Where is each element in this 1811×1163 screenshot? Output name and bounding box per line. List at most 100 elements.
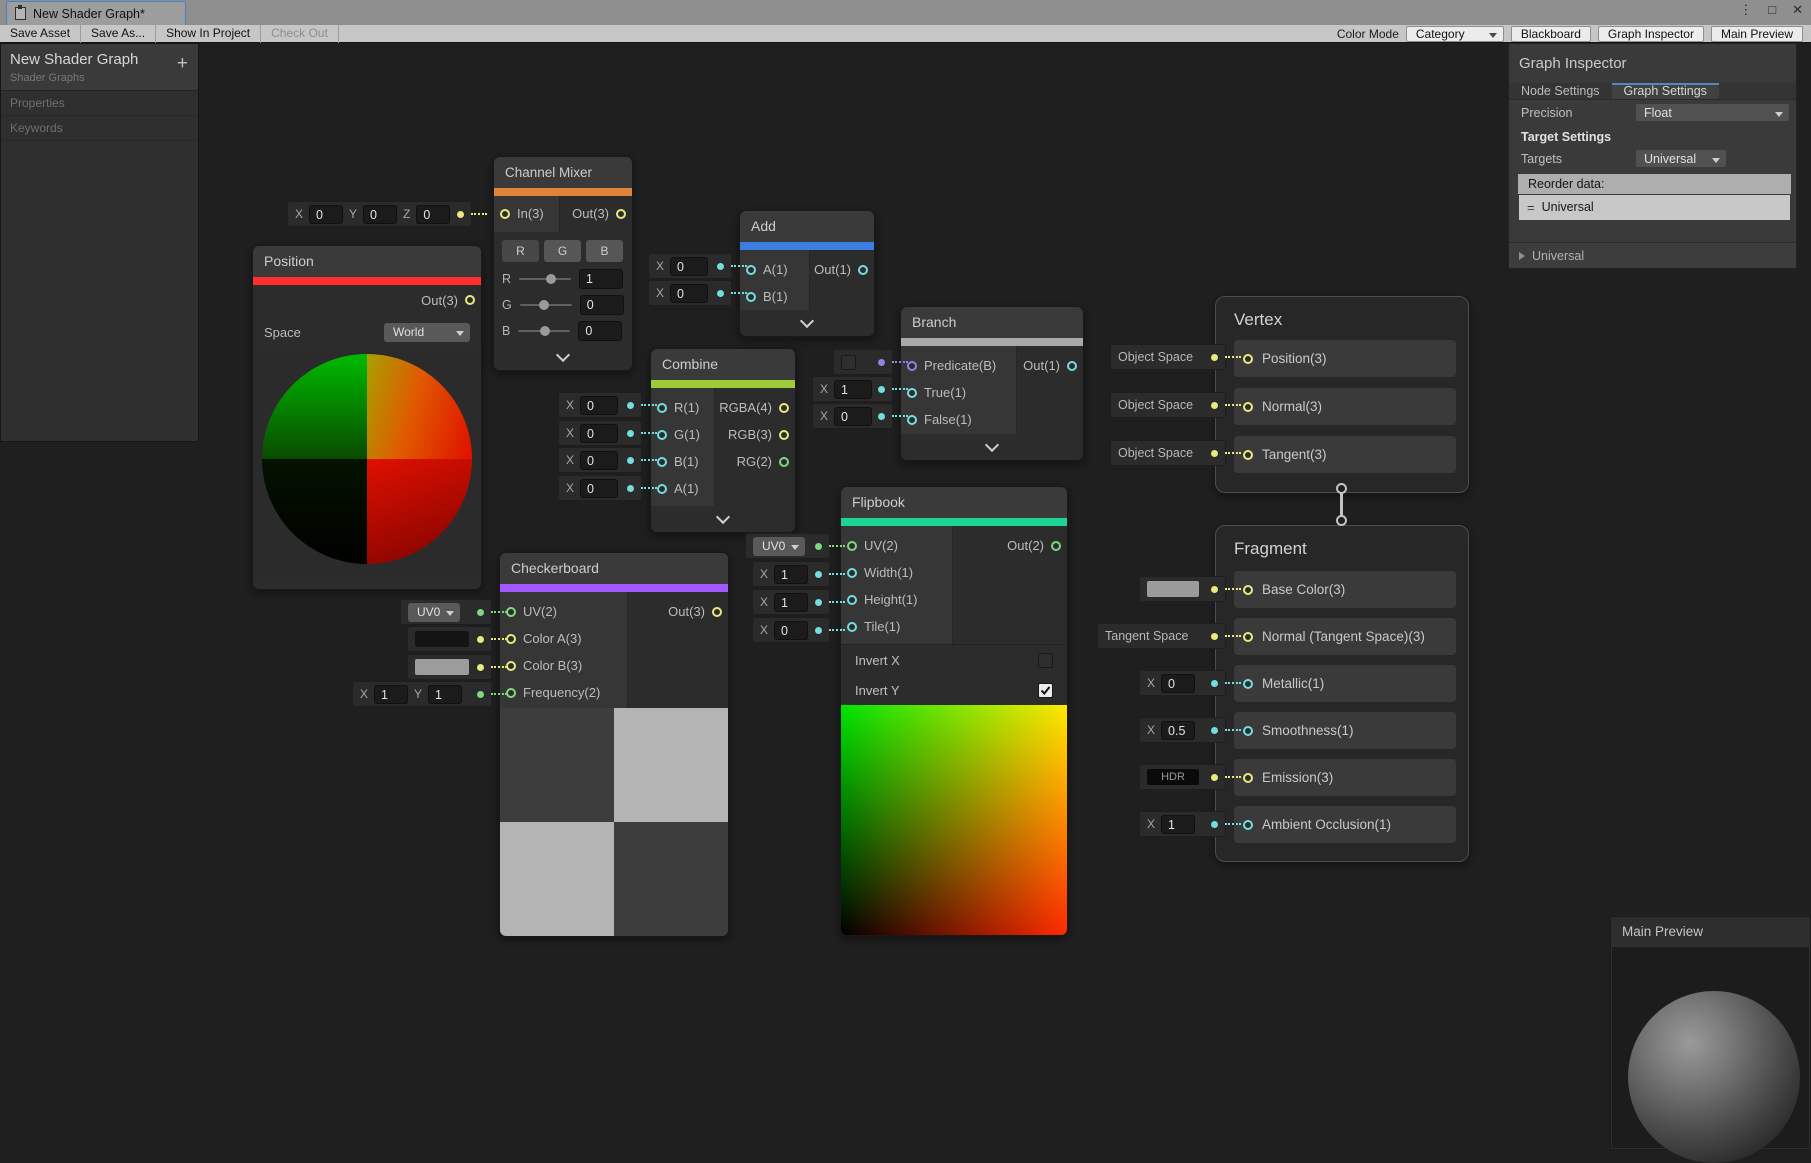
channel-b-button[interactable]: B: [586, 240, 623, 262]
fragment-metallic-port[interactable]: [1243, 679, 1253, 689]
fragment-emission-port[interactable]: [1243, 773, 1253, 783]
blackboard-section-keywords[interactable]: Keywords: [1, 116, 198, 141]
tab-node-settings[interactable]: Node Settings: [1509, 83, 1612, 99]
node-fragment[interactable]: Fragment Base Color(3) Normal (Tangent S…: [1215, 525, 1469, 862]
node-add[interactable]: Add A(1) B(1) Out(1): [739, 210, 875, 337]
targets-dropdown[interactable]: Universal: [1635, 149, 1727, 168]
position-out-port[interactable]: [465, 295, 475, 305]
channel-mixer-out-port[interactable]: [616, 209, 626, 219]
combine-rgba-port[interactable]: [779, 403, 789, 413]
value-field[interactable]: 0: [774, 621, 808, 640]
checkerboard-color-b-port[interactable]: [506, 661, 516, 671]
value-field[interactable]: 0: [1161, 674, 1195, 693]
combine-r-port[interactable]: [657, 403, 667, 413]
vertex-tangent-port[interactable]: [1243, 450, 1253, 460]
g-slider[interactable]: [520, 304, 572, 306]
channel-mixer-in-default[interactable]: X0 Y0 Z0: [287, 201, 472, 227]
space-dropdown[interactable]: World: [384, 323, 470, 342]
checkerboard-uv-port[interactable]: [506, 607, 516, 617]
z-field[interactable]: 0: [416, 205, 450, 224]
fragment-normal-port[interactable]: [1243, 632, 1253, 642]
base-color-swatch[interactable]: [1147, 581, 1199, 597]
value-field[interactable]: 0.5: [1161, 721, 1195, 740]
flipbook-uv-default[interactable]: UV0: [745, 533, 830, 559]
flipbook-out-port[interactable]: [1051, 541, 1061, 551]
value-field[interactable]: 0: [580, 424, 618, 443]
node-channel-mixer[interactable]: Channel Mixer In(3) Out(3) R G B R 1 G 0…: [493, 156, 633, 371]
tab-new-shader-graph[interactable]: New Shader Graph*: [6, 1, 186, 25]
collapse-chevron[interactable]: [901, 434, 1083, 460]
combine-g-default[interactable]: X0: [558, 420, 642, 446]
predicate-checkbox[interactable]: [841, 355, 856, 370]
b-slider[interactable]: [518, 330, 570, 332]
value-field[interactable]: 0: [580, 451, 618, 470]
y-field[interactable]: 1: [428, 685, 462, 704]
value-field[interactable]: 1: [834, 380, 872, 399]
value-field[interactable]: 0: [580, 396, 618, 415]
fragment-metallic-default[interactable]: X0: [1139, 670, 1226, 696]
checkerboard-frequency-default[interactable]: X1 Y1: [352, 681, 492, 707]
fragment-ao-default[interactable]: X1: [1139, 811, 1226, 837]
uv-channel-dropdown[interactable]: UV0: [408, 603, 460, 622]
vertex-position-port[interactable]: [1243, 354, 1253, 364]
branch-out-port[interactable]: [1067, 361, 1077, 371]
vertex-position-space[interactable]: Object Space: [1110, 344, 1226, 370]
combine-a-port[interactable]: [657, 484, 667, 494]
save-as-button[interactable]: Save As...: [81, 25, 156, 43]
fragment-normal-space[interactable]: Tangent Space: [1097, 623, 1226, 649]
flipbook-uv-port[interactable]: [847, 541, 857, 551]
main-preview-viewport[interactable]: [1612, 947, 1809, 1148]
blackboard-section-properties[interactable]: Properties: [1, 91, 198, 116]
vertex-normal-space[interactable]: Object Space: [1110, 392, 1226, 418]
x-field[interactable]: 0: [309, 205, 343, 224]
color-mode-dropdown[interactable]: Category: [1406, 26, 1504, 42]
checkerboard-color-a-default[interactable]: [407, 626, 492, 652]
invert-y-checkbox[interactable]: [1038, 683, 1053, 698]
value-field[interactable]: 0: [580, 479, 618, 498]
node-flipbook[interactable]: Flipbook UV(2) Width(1) Height(1) Tile(1…: [840, 486, 1068, 936]
value-field[interactable]: 0: [670, 284, 708, 303]
flipbook-tile-port[interactable]: [847, 622, 857, 632]
node-combine[interactable]: Combine R(1) G(1) B(1) A(1) RGBA(4) RGB(…: [650, 348, 796, 533]
collapse-chevron[interactable]: [740, 310, 874, 336]
flipbook-tile-default[interactable]: X0: [752, 617, 830, 643]
node-branch[interactable]: Branch Predicate(B) True(1) False(1) Out…: [900, 306, 1084, 461]
fragment-ao-port[interactable]: [1243, 820, 1253, 830]
channel-mixer-in-port[interactable]: [500, 209, 510, 219]
color-a-swatch[interactable]: [415, 631, 469, 647]
checkerboard-color-b-default[interactable]: [407, 654, 492, 680]
collapse-chevron[interactable]: [651, 506, 795, 532]
value-field[interactable]: 1: [1161, 815, 1195, 834]
precision-dropdown[interactable]: Float: [1635, 103, 1790, 122]
r-slider[interactable]: [519, 278, 571, 280]
uv-channel-dropdown[interactable]: UV0: [753, 537, 805, 556]
add-a-default[interactable]: X0: [648, 253, 732, 279]
collapse-chevron[interactable]: [494, 344, 632, 370]
add-out-port[interactable]: [858, 265, 868, 275]
add-b-port[interactable]: [746, 292, 756, 302]
combine-rg-port[interactable]: [779, 457, 789, 467]
window-menu-icon[interactable]: ⋮: [1739, 2, 1752, 18]
combine-b-port[interactable]: [657, 457, 667, 467]
combine-rgb-port[interactable]: [779, 430, 789, 440]
b-value-field[interactable]: 0: [578, 321, 622, 341]
fragment-base-color-default[interactable]: [1139, 576, 1226, 602]
universal-foldout[interactable]: Universal: [1509, 242, 1796, 268]
value-field[interactable]: 1: [774, 565, 808, 584]
close-icon[interactable]: ✕: [1792, 2, 1803, 18]
save-asset-button[interactable]: Save Asset: [0, 25, 81, 43]
color-b-swatch[interactable]: [415, 659, 469, 675]
checkerboard-out-port[interactable]: [712, 607, 722, 617]
x-field[interactable]: 1: [374, 685, 408, 704]
add-a-port[interactable]: [746, 265, 756, 275]
branch-true-default[interactable]: X1: [812, 376, 893, 402]
fragment-base-color-port[interactable]: [1243, 585, 1253, 595]
branch-predicate-default[interactable]: [833, 349, 893, 375]
edge-endpoint[interactable]: [1336, 515, 1347, 526]
combine-g-port[interactable]: [657, 430, 667, 440]
add-property-button[interactable]: +: [177, 54, 188, 73]
flipbook-width-default[interactable]: X1: [752, 561, 830, 587]
y-field[interactable]: 0: [363, 205, 397, 224]
value-field[interactable]: 1: [774, 593, 808, 612]
fragment-smoothness-port[interactable]: [1243, 726, 1253, 736]
